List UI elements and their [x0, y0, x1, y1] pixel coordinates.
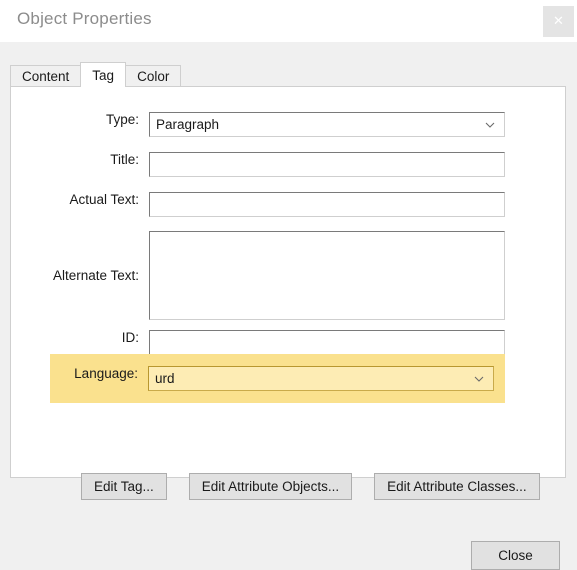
language-row-highlight: Language: urd: [50, 354, 505, 403]
close-x-glyph: ✕: [553, 14, 564, 29]
alternate-text-textarea[interactable]: [149, 231, 505, 320]
tag-tab-panel: Type: Paragraph Title: Actual Text: Alte…: [10, 86, 566, 500]
edit-buttons-row: Edit Tag... Edit Attribute Objects... Ed…: [81, 473, 540, 500]
row-alternate-text: Alternate Text:: [21, 231, 505, 320]
dialog-titlebar: Object Properties ✕: [0, 0, 577, 42]
type-combobox[interactable]: Paragraph: [149, 112, 505, 137]
title-input[interactable]: [149, 152, 505, 177]
chevron-down-icon: [485, 121, 495, 129]
id-input[interactable]: [149, 330, 505, 355]
actual-text-input[interactable]: [149, 192, 505, 217]
close-button[interactable]: Close: [471, 541, 560, 570]
edit-tag-button[interactable]: Edit Tag...: [81, 473, 167, 500]
row-title: Title:: [21, 152, 505, 177]
edit-attribute-classes-button[interactable]: Edit Attribute Classes...: [374, 473, 540, 500]
close-icon[interactable]: ✕: [543, 6, 574, 37]
dialog-body: Content Tag Color Type: Paragraph Title:…: [0, 42, 577, 570]
tab-content[interactable]: Content: [10, 65, 82, 87]
row-language: Language: urd: [50, 366, 494, 391]
window-title: Object Properties: [17, 9, 152, 28]
row-id: ID:: [21, 330, 505, 355]
type-label: Type:: [105, 112, 139, 127]
tab-strip: Content Tag Color: [10, 62, 182, 87]
type-value: Paragraph: [156, 117, 220, 132]
chevron-down-icon: [474, 375, 484, 383]
id-label: ID:: [121, 330, 139, 345]
tab-color[interactable]: Color: [125, 65, 182, 87]
language-combobox[interactable]: urd: [148, 366, 494, 391]
language-value: urd: [155, 371, 175, 386]
edit-attribute-objects-button[interactable]: Edit Attribute Objects...: [188, 473, 353, 500]
row-actual-text: Actual Text:: [21, 192, 505, 217]
row-type: Type: Paragraph: [21, 112, 505, 137]
title-label: Title:: [110, 152, 139, 167]
tab-tag[interactable]: Tag: [80, 62, 127, 87]
alternate-text-label: Alternate Text:: [52, 268, 139, 283]
language-label: Language:: [74, 366, 138, 381]
actual-text-label: Actual Text:: [69, 192, 139, 207]
